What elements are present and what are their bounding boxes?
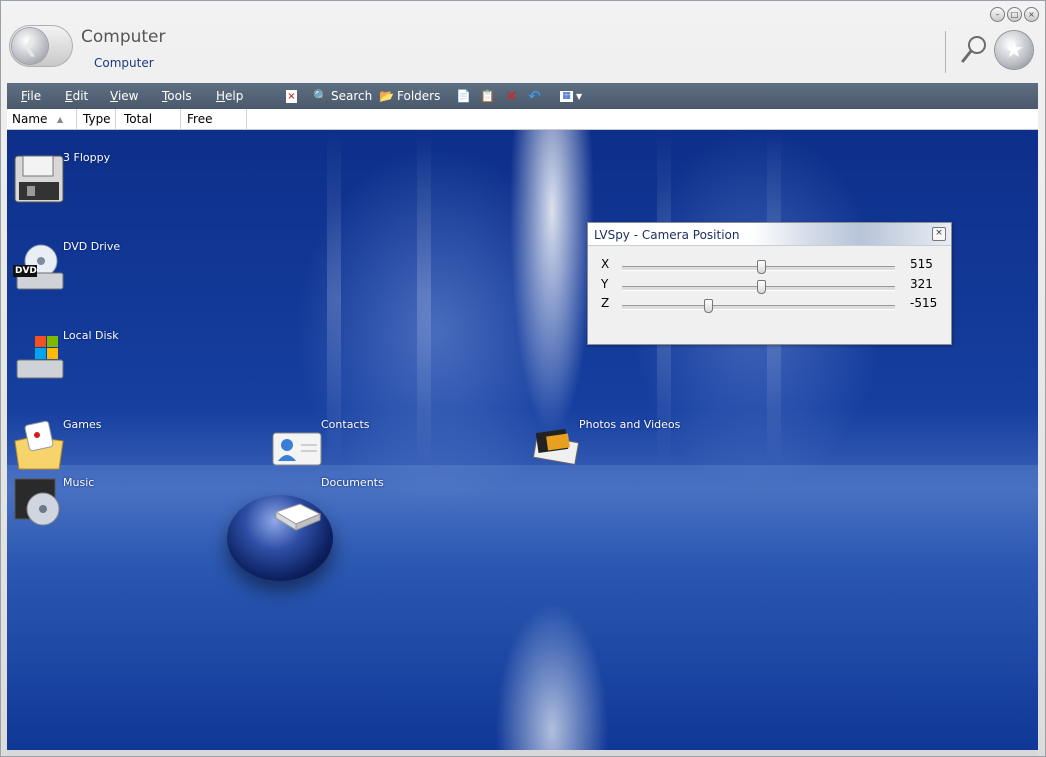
folders-button[interactable]: 📂 Folders bbox=[379, 87, 440, 105]
menu-file-label: ile bbox=[27, 89, 42, 103]
slider-y-thumb[interactable] bbox=[756, 280, 766, 294]
documents-icon bbox=[274, 503, 322, 531]
item-label: Music bbox=[63, 476, 95, 489]
slider-x-thumb[interactable] bbox=[756, 260, 766, 274]
dialog-title-bar[interactable]: LVSpy - Camera Position × bbox=[588, 223, 951, 246]
search-toolbar-icon: 🔍 bbox=[313, 88, 328, 103]
search-icon[interactable] bbox=[959, 33, 989, 65]
menu-view[interactable]: View bbox=[110, 89, 138, 103]
menu-edit-accel: E bbox=[65, 89, 73, 103]
slider-z-thumb[interactable] bbox=[703, 299, 713, 313]
menu-help-accel: H bbox=[216, 89, 226, 103]
contacts-folder-icon bbox=[272, 432, 322, 466]
undo-icon: ↶ bbox=[528, 86, 541, 105]
copy-to-button[interactable]: 📋 bbox=[480, 87, 495, 105]
music-folder-icon bbox=[14, 478, 60, 526]
sort-ascending-icon: ▲ bbox=[57, 115, 64, 124]
item-label: Local Disk bbox=[63, 329, 119, 342]
menu-file[interactable]: File bbox=[21, 89, 41, 103]
back-button[interactable]: ❮ bbox=[9, 25, 73, 67]
item-label: Contacts bbox=[321, 418, 370, 431]
light-streak bbox=[327, 130, 341, 465]
menu-help-label: elp bbox=[225, 89, 244, 103]
reflection-floor bbox=[7, 465, 1038, 750]
back-arrow-icon: ❮ bbox=[12, 28, 48, 64]
column-name[interactable]: Name ▲ bbox=[7, 109, 77, 129]
menu-edit[interactable]: Edit bbox=[65, 89, 88, 103]
move-to-button[interactable]: 📄 bbox=[456, 87, 471, 105]
dialog-title: LVSpy - Camera Position bbox=[594, 228, 740, 242]
dialog-close-icon[interactable]: × bbox=[932, 227, 946, 241]
folder-icon: 📂 bbox=[379, 88, 394, 103]
chevron-down-icon: ▼ bbox=[576, 91, 583, 101]
delete-button[interactable]: ✕ bbox=[504, 87, 519, 105]
menu-tools[interactable]: Tools bbox=[162, 89, 192, 103]
item-label: Photos and Videos bbox=[579, 418, 681, 431]
slider-x-value: 515 bbox=[910, 257, 933, 271]
column-free-space[interactable]: Free Space bbox=[182, 109, 247, 147]
copy-to-icon: 📋 bbox=[480, 88, 495, 103]
item-label: Documents bbox=[321, 476, 384, 489]
explorer-window: ❮ Computer Computer – □ × ★ File Edit Vi… bbox=[0, 0, 1046, 757]
column-total-size[interactable]: Total Size bbox=[119, 109, 181, 147]
slider-y-label: Y bbox=[601, 277, 609, 291]
menu-view-label: iew bbox=[117, 89, 139, 103]
undo-button[interactable]: ↶ bbox=[527, 87, 542, 105]
title-bar: ❮ Computer Computer – □ × ★ bbox=[1, 1, 1045, 79]
properties-button[interactable]: × bbox=[286, 87, 297, 105]
item-label: 3 Floppy bbox=[63, 151, 111, 164]
column-type[interactable]: Type bbox=[78, 109, 116, 129]
slider-x-label: X bbox=[601, 257, 610, 271]
views-button[interactable]: ▦ ▼ bbox=[560, 87, 582, 105]
toolbar-divider bbox=[945, 31, 946, 73]
slider-y-value: 321 bbox=[910, 277, 933, 291]
minimize-icon[interactable]: – bbox=[990, 7, 1005, 22]
delete-x-icon: ✕ bbox=[505, 86, 518, 105]
slider-z-track[interactable] bbox=[622, 305, 895, 310]
maximize-icon[interactable]: □ bbox=[1007, 7, 1022, 22]
menu-help[interactable]: Help bbox=[216, 89, 243, 103]
window-title: Computer bbox=[81, 27, 166, 47]
slider-z-value: -515 bbox=[910, 296, 938, 310]
column-name-label: Name bbox=[12, 112, 48, 126]
menu-tools-label: ools bbox=[167, 89, 192, 103]
games-folder-icon bbox=[14, 420, 64, 470]
breadcrumb[interactable]: Computer bbox=[94, 56, 154, 70]
photos-videos-icon bbox=[532, 429, 580, 466]
local-disk-icon bbox=[16, 336, 64, 379]
slider-z-label: Z bbox=[601, 296, 610, 310]
menu-view-accel: V bbox=[110, 89, 118, 103]
views-grid-icon: ▦ bbox=[560, 90, 573, 102]
search-button-label: Search bbox=[331, 89, 373, 103]
camera-position-dialog: LVSpy - Camera Position × X 515 Y 321 Z … bbox=[587, 222, 952, 345]
move-to-icon: 📄 bbox=[456, 88, 471, 103]
folders-button-label: Folders bbox=[397, 89, 441, 103]
column-headers: Name ▲ Type Total Size Free Space bbox=[7, 109, 1038, 147]
light-streak bbox=[417, 130, 431, 465]
menu-edit-label: dit bbox=[72, 89, 89, 103]
search-button[interactable]: 🔍 Search bbox=[313, 87, 372, 105]
status-bar bbox=[7, 750, 1038, 756]
item-label: DVD Drive bbox=[63, 240, 121, 253]
close-icon[interactable]: × bbox=[1024, 7, 1039, 22]
floppy-drive-icon bbox=[14, 155, 64, 203]
favorites-star-icon[interactable]: ★ bbox=[995, 31, 1033, 69]
dvd-badge: DVD bbox=[15, 266, 37, 276]
menu-bar: File Edit View Tools Help × 🔍 Search 📂 F… bbox=[7, 83, 1038, 109]
item-label: Games bbox=[63, 418, 102, 431]
delete-page-icon: × bbox=[286, 89, 297, 103]
